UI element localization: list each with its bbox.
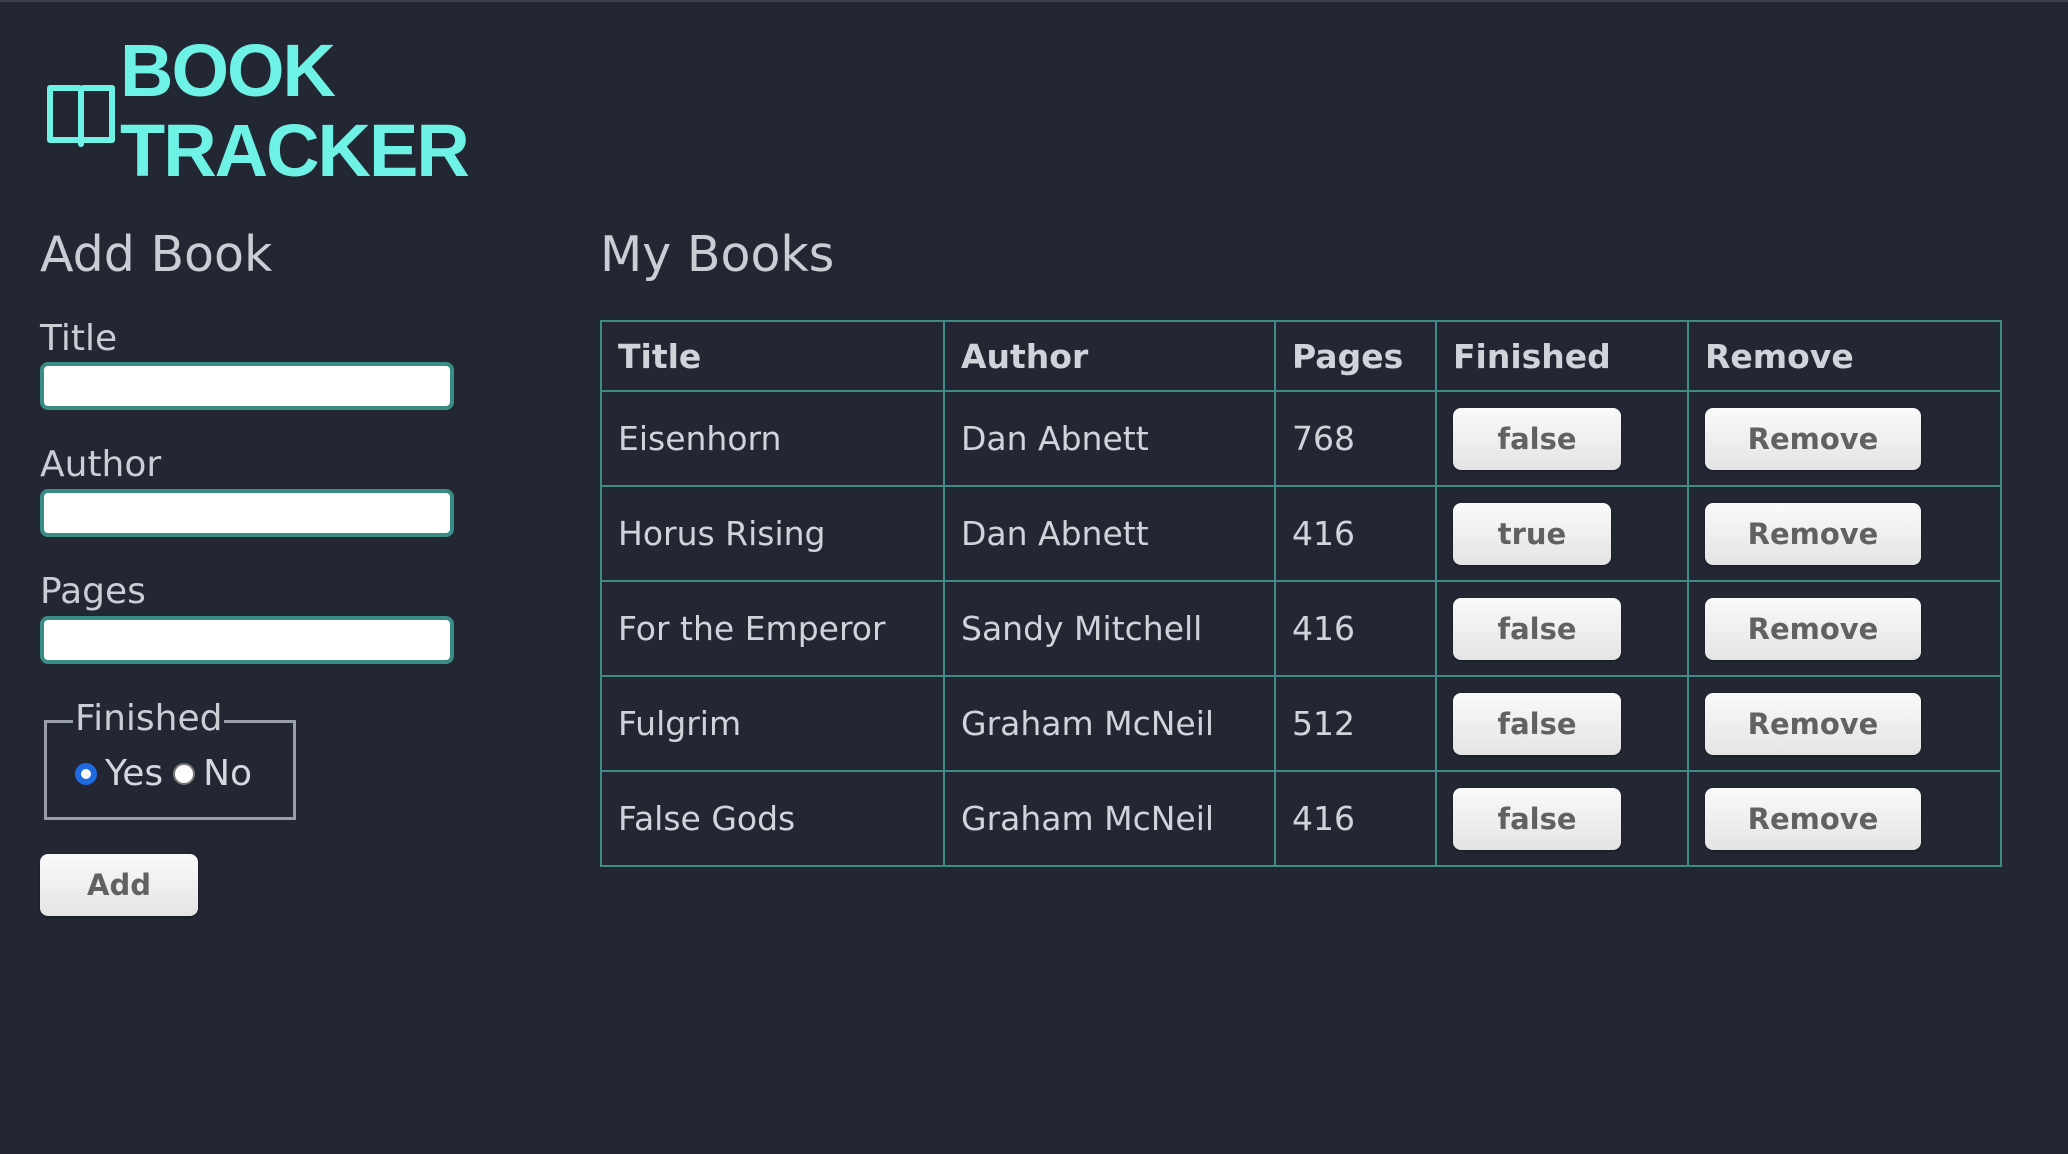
book-pages-cell: 416	[1274, 485, 1437, 582]
book-pages-cell: 512	[1274, 675, 1437, 772]
finished-legend: Finished	[73, 697, 225, 741]
open-book-icon	[47, 85, 115, 147]
book-author-cell: Dan Abnett	[943, 485, 1276, 582]
column-header-remove: Remove	[1687, 320, 2002, 392]
pages-input[interactable]	[40, 616, 454, 664]
book-title-cell: Horus Rising	[600, 485, 945, 582]
column-header-pages: Pages	[1274, 320, 1437, 392]
author-input[interactable]	[40, 489, 454, 537]
author-label: Author	[40, 444, 162, 485]
pages-label: Pages	[40, 571, 146, 612]
column-header-finished: Finished	[1435, 320, 1689, 392]
app-logo: BOOK TRACKER	[44, 31, 470, 191]
finished-radio-group: Yes No	[75, 753, 262, 794]
book-pages-cell: 416	[1274, 770, 1437, 867]
app-title: BOOK TRACKER	[120, 29, 470, 192]
no-radio[interactable]	[173, 762, 196, 785]
yes-radio[interactable]	[75, 762, 97, 785]
table-row: Eisenhorn Dan Abnett 768 false Remove	[600, 390, 2002, 487]
book-finished-cell: true	[1435, 485, 1689, 582]
book-finished-cell: false	[1435, 675, 1689, 772]
window-top-border	[0, 0, 2068, 2]
finished-toggle-button[interactable]: false	[1453, 407, 1621, 470]
book-finished-cell: false	[1435, 770, 1689, 867]
table-row: False Gods Graham McNeil 416 false Remov…	[600, 770, 2002, 867]
book-finished-cell: false	[1435, 580, 1689, 677]
title-input[interactable]	[40, 362, 454, 410]
finished-toggle-button[interactable]: false	[1453, 597, 1621, 660]
remove-button[interactable]: Remove	[1705, 692, 1921, 755]
book-pages-cell: 416	[1274, 580, 1437, 677]
book-pages-cell: 768	[1274, 390, 1437, 487]
book-remove-cell: Remove	[1687, 485, 2002, 582]
book-author-cell: Sandy Mitchell	[943, 580, 1276, 677]
book-title-cell: Eisenhorn	[600, 390, 945, 487]
yes-radio-label[interactable]: Yes	[105, 753, 163, 794]
no-radio-label[interactable]: No	[203, 753, 252, 794]
book-remove-cell: Remove	[1687, 390, 2002, 487]
remove-button[interactable]: Remove	[1705, 502, 1921, 565]
table-header-row: Title Author Pages Finished Remove	[600, 320, 2002, 392]
column-header-title: Title	[600, 320, 945, 392]
book-title-cell: False Gods	[600, 770, 945, 867]
remove-button[interactable]: Remove	[1705, 597, 1921, 660]
add-button[interactable]: Add	[40, 854, 198, 916]
book-author-cell: Graham McNeil	[943, 770, 1276, 867]
finished-toggle-button[interactable]: false	[1453, 692, 1621, 755]
table-row: Fulgrim Graham McNeil 512 false Remove	[600, 675, 2002, 772]
book-remove-cell: Remove	[1687, 770, 2002, 867]
my-books-heading: My Books	[600, 226, 835, 283]
remove-button[interactable]: Remove	[1705, 787, 1921, 850]
book-author-cell: Graham McNeil	[943, 675, 1276, 772]
book-remove-cell: Remove	[1687, 675, 2002, 772]
finished-toggle-button[interactable]: false	[1453, 787, 1621, 850]
title-label: Title	[40, 318, 118, 359]
book-finished-cell: false	[1435, 390, 1689, 487]
finished-fieldset: Finished Yes No	[44, 697, 296, 820]
add-book-heading: Add Book	[40, 226, 273, 283]
table-row: For the Emperor Sandy Mitchell 416 false…	[600, 580, 2002, 677]
book-title-cell: For the Emperor	[600, 580, 945, 677]
app-title-line1: BOOK	[120, 29, 336, 112]
book-author-cell: Dan Abnett	[943, 390, 1276, 487]
app-title-line2: TRACKER	[120, 109, 470, 192]
remove-button[interactable]: Remove	[1705, 407, 1921, 470]
table-row: Horus Rising Dan Abnett 416 true Remove	[600, 485, 2002, 582]
books-table: Title Author Pages Finished Remove Eisen…	[600, 320, 2002, 867]
book-remove-cell: Remove	[1687, 580, 2002, 677]
book-title-cell: Fulgrim	[600, 675, 945, 772]
column-header-author: Author	[943, 320, 1276, 392]
finished-toggle-button[interactable]: true	[1453, 502, 1611, 565]
